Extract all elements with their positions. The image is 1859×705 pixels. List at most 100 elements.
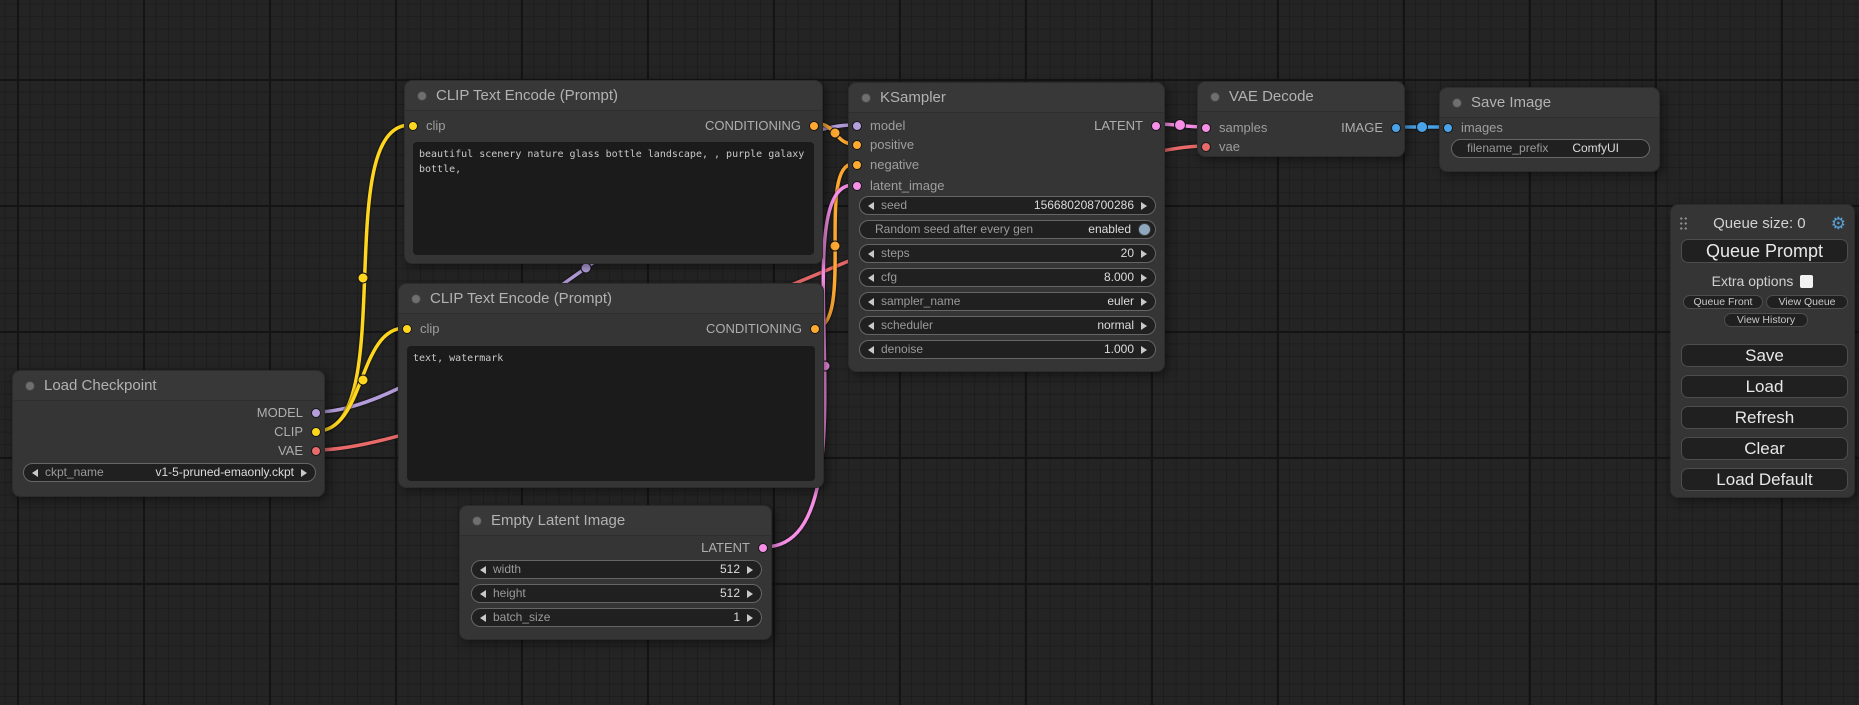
clip-input-port[interactable] bbox=[408, 121, 418, 131]
latent-output-port[interactable] bbox=[1151, 121, 1161, 131]
output-slot-latent: LATENT bbox=[1094, 116, 1164, 135]
output-slot-clip: CLIP bbox=[274, 422, 324, 441]
link-clip-positive-dot bbox=[358, 273, 368, 283]
collapse-dot[interactable] bbox=[1210, 92, 1220, 102]
widget-label: scheduler bbox=[881, 316, 933, 335]
extra-options-checkbox[interactable] bbox=[1800, 275, 1813, 288]
vae-output-port[interactable] bbox=[311, 446, 321, 456]
node-clip-text-encode-positive[interactable]: CLIP Text Encode (Prompt) clip CONDITION… bbox=[404, 80, 823, 264]
decrement-arrow-icon[interactable] bbox=[868, 346, 874, 354]
increment-arrow-icon[interactable] bbox=[1141, 202, 1147, 210]
conditioning-output-port[interactable] bbox=[810, 324, 820, 334]
increment-arrow-icon[interactable] bbox=[301, 469, 307, 477]
output-label: LATENT bbox=[1094, 118, 1143, 133]
denoise-widget[interactable]: denoise 1.000 bbox=[859, 340, 1156, 359]
node-title: Save Image bbox=[1471, 94, 1551, 111]
collapse-dot[interactable] bbox=[417, 91, 427, 101]
refresh-button[interactable]: Refresh bbox=[1681, 406, 1848, 429]
height-widget[interactable]: height 512 bbox=[471, 584, 762, 603]
input-slot-positive: positive bbox=[849, 135, 914, 154]
latent-image-input-port[interactable] bbox=[852, 181, 862, 191]
scheduler-widget[interactable]: scheduler normal bbox=[859, 316, 1156, 335]
collapse-dot[interactable] bbox=[472, 516, 482, 526]
node-clip-text-encode-negative[interactable]: CLIP Text Encode (Prompt) clip CONDITION… bbox=[398, 283, 824, 488]
cfg-widget[interactable]: cfg 8.000 bbox=[859, 268, 1156, 287]
increment-arrow-icon[interactable] bbox=[1141, 346, 1147, 354]
input-slot-model: model bbox=[849, 116, 905, 135]
images-input-port[interactable] bbox=[1443, 123, 1453, 133]
node-vae-decode[interactable]: VAE Decode samples vae IMAGE bbox=[1197, 81, 1405, 157]
node-ksampler[interactable]: KSampler model positive negative latent_… bbox=[848, 82, 1165, 372]
batch-size-widget[interactable]: batch_size 1 bbox=[471, 608, 762, 627]
collapse-dot[interactable] bbox=[411, 294, 421, 304]
random-seed-toggle-widget[interactable]: Random seed after every gen enabled bbox=[859, 220, 1156, 239]
node-title: Load Checkpoint bbox=[44, 377, 157, 394]
seed-widget[interactable]: seed 156680208700286 bbox=[859, 196, 1156, 215]
model-output-port[interactable] bbox=[311, 408, 321, 418]
widget-label: sampler_name bbox=[881, 292, 960, 311]
input-slot-images: images bbox=[1440, 118, 1503, 137]
decrement-arrow-icon[interactable] bbox=[32, 469, 38, 477]
increment-arrow-icon[interactable] bbox=[1141, 298, 1147, 306]
clip-input-port[interactable] bbox=[402, 324, 412, 334]
drag-handle-icon[interactable] bbox=[1679, 216, 1688, 230]
extra-options-label: Extra options bbox=[1712, 273, 1794, 289]
increment-arrow-icon[interactable] bbox=[747, 590, 753, 598]
queue-prompt-button[interactable]: Queue Prompt bbox=[1681, 239, 1848, 263]
queue-panel: Queue size: 0 ⚙ Queue Prompt Extra optio… bbox=[1670, 204, 1855, 498]
collapse-dot[interactable] bbox=[861, 93, 871, 103]
ckpt-name-widget[interactable]: ckpt_name v1-5-pruned-emaonly.ckpt bbox=[23, 463, 316, 482]
view-queue-button[interactable]: View Queue bbox=[1766, 295, 1848, 309]
node-empty-latent-image[interactable]: Empty Latent Image LATENT width 512 heig… bbox=[459, 505, 772, 640]
widget-value: 1.000 bbox=[1104, 340, 1134, 359]
widget-value: ComfyUI bbox=[1572, 139, 1619, 158]
collapse-dot[interactable] bbox=[1452, 98, 1462, 108]
vae-input-port[interactable] bbox=[1201, 142, 1211, 152]
view-history-button[interactable]: View History bbox=[1724, 313, 1808, 327]
decrement-arrow-icon[interactable] bbox=[868, 202, 874, 210]
toggle-on-icon[interactable] bbox=[1138, 223, 1151, 236]
decrement-arrow-icon[interactable] bbox=[480, 590, 486, 598]
increment-arrow-icon[interactable] bbox=[1141, 250, 1147, 258]
node-title: Empty Latent Image bbox=[491, 512, 625, 529]
negative-input-port[interactable] bbox=[852, 160, 862, 170]
node-save-image[interactable]: Save Image images filename_prefix ComfyU… bbox=[1439, 87, 1660, 172]
increment-arrow-icon[interactable] bbox=[747, 566, 753, 574]
decrement-arrow-icon[interactable] bbox=[480, 566, 486, 574]
increment-arrow-icon[interactable] bbox=[1141, 274, 1147, 282]
settings-gear-icon[interactable]: ⚙ bbox=[1831, 215, 1846, 232]
conditioning-output-port[interactable] bbox=[809, 121, 819, 131]
clear-button[interactable]: Clear bbox=[1681, 437, 1848, 460]
image-output-port[interactable] bbox=[1391, 123, 1401, 133]
positive-input-port[interactable] bbox=[852, 140, 862, 150]
widget-label: filename_prefix bbox=[1467, 139, 1548, 158]
increment-arrow-icon[interactable] bbox=[747, 614, 753, 622]
steps-widget[interactable]: steps 20 bbox=[859, 244, 1156, 263]
widget-value: v1-5-pruned-emaonly.ckpt bbox=[155, 463, 294, 482]
filename-prefix-widget[interactable]: filename_prefix ComfyUI bbox=[1451, 139, 1650, 158]
node-load-checkpoint[interactable]: Load Checkpoint MODEL CLIP VAE ckpt_name… bbox=[12, 370, 325, 497]
decrement-arrow-icon[interactable] bbox=[868, 250, 874, 258]
link-model-dot bbox=[581, 263, 591, 273]
load-button[interactable]: Load bbox=[1681, 375, 1848, 398]
decrement-arrow-icon[interactable] bbox=[480, 614, 486, 622]
sampler-name-widget[interactable]: sampler_name euler bbox=[859, 292, 1156, 311]
output-slot-conditioning: CONDITIONING bbox=[706, 319, 823, 338]
clip-output-port[interactable] bbox=[311, 427, 321, 437]
collapse-dot[interactable] bbox=[25, 381, 35, 391]
link-clip-negative-dot bbox=[358, 375, 368, 385]
positive-prompt-textarea[interactable]: beautiful scenery nature glass bottle la… bbox=[413, 142, 814, 255]
width-widget[interactable]: width 512 bbox=[471, 560, 762, 579]
decrement-arrow-icon[interactable] bbox=[868, 322, 874, 330]
widget-value: 156680208700286 bbox=[1034, 196, 1134, 215]
increment-arrow-icon[interactable] bbox=[1141, 322, 1147, 330]
negative-prompt-textarea[interactable]: text, watermark bbox=[407, 346, 815, 481]
save-button[interactable]: Save bbox=[1681, 344, 1848, 367]
latent-output-port[interactable] bbox=[758, 543, 768, 553]
decrement-arrow-icon[interactable] bbox=[868, 274, 874, 282]
model-input-port[interactable] bbox=[852, 121, 862, 131]
samples-input-port[interactable] bbox=[1201, 123, 1211, 133]
load-default-button[interactable]: Load Default bbox=[1681, 468, 1848, 491]
decrement-arrow-icon[interactable] bbox=[868, 298, 874, 306]
queue-front-button[interactable]: Queue Front bbox=[1683, 295, 1763, 309]
